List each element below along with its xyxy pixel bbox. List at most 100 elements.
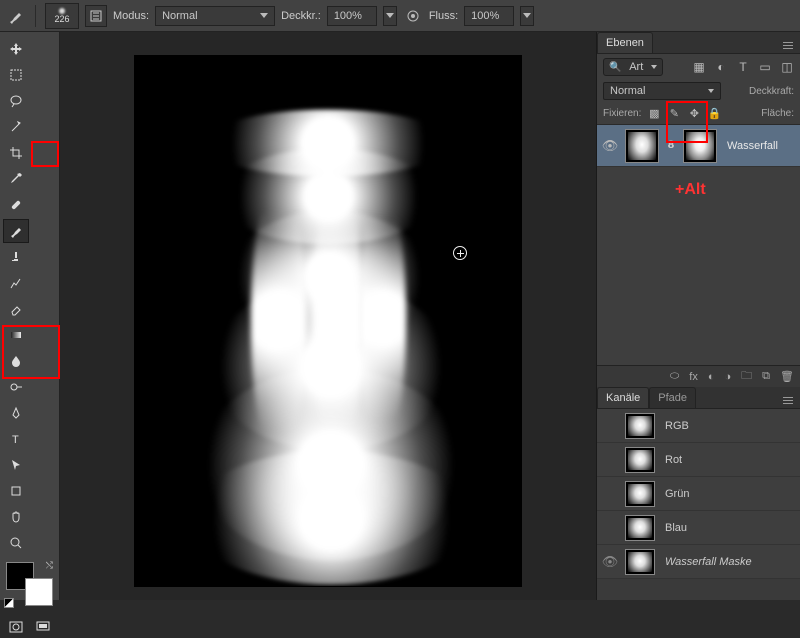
color-swatches[interactable]: ⤭ [4,560,55,608]
channel-thumbnail [625,515,655,541]
new-layer-icon[interactable]: ⧉ [762,370,770,383]
brush-tool[interactable] [3,219,29,243]
fx-icon[interactable]: fx [689,371,698,383]
tab-channels[interactable]: Kanäle [597,387,649,408]
layer-thumbnail[interactable] [625,129,659,163]
blend-mode-value: Normal [162,10,197,22]
gradient-tool[interactable] [3,323,29,347]
history-brush-tool[interactable] [3,271,29,295]
delete-layer-icon[interactable]: 🗑 [780,370,794,383]
toolbox: T ⤭ [0,32,60,600]
filter-pixel-icon[interactable]: ▦ [692,60,706,74]
screenmode-toggle[interactable] [31,617,55,637]
shape-tool[interactable] [3,479,29,503]
pressure-opacity-icon[interactable] [403,6,423,26]
channel-row[interactable]: RGB [597,409,800,443]
document-window [135,56,521,586]
channel-thumbnail [625,481,655,507]
fill-label: Fläche: [761,108,794,119]
layers-panel-footer: ⬭ fx ◐ ◑ 🗀 ⧉ 🗑 [597,365,800,387]
caret-down-icon [260,13,268,18]
layer-row[interactable]: 👁 𝟴 Wasserfall [597,125,800,167]
path-select-tool[interactable] [3,453,29,477]
crop-tool[interactable] [3,141,29,165]
layer-filter-type[interactable]: 🔍 Art [603,58,663,76]
channel-row[interactable]: Rot [597,443,800,477]
eraser-tool[interactable] [3,297,29,321]
canvas-area[interactable] [60,32,596,600]
add-adjustment-icon[interactable]: ◑ [725,371,732,383]
filter-shape-icon[interactable]: ▭ [758,60,772,74]
channel-thumbnail [625,549,655,575]
filter-smart-icon[interactable]: ◫ [780,60,794,74]
zoom-tool[interactable] [3,531,29,555]
channel-name: Wasserfall Maske [665,556,752,568]
background-swatch[interactable] [25,578,53,606]
caret-down-icon [523,13,531,18]
brush-size-value: 226 [54,14,69,24]
eyedropper-tool[interactable] [3,167,29,191]
lock-position-icon[interactable]: ✥ [687,106,701,120]
panel-menu-icon[interactable] [780,392,796,408]
wand-tool[interactable] [3,115,29,139]
mask-link-icon[interactable]: 𝟴 [665,140,677,151]
channel-row[interactable]: Blau [597,511,800,545]
visibility-toggle[interactable]: 👁 [601,138,619,154]
link-layers-icon[interactable]: ⬭ [670,370,679,383]
channel-name: Grün [665,488,689,500]
flow-field[interactable]: 100% [464,6,514,26]
channel-row[interactable]: 👁 Wasserfall Maske [597,545,800,579]
brush-preset-picker[interactable]: 226 [45,3,79,29]
tab-paths[interactable]: Pfade [649,387,696,408]
waterfall-image [173,91,483,571]
channel-name: Rot [665,454,682,466]
layers-panel-tabs: Ebenen [597,32,800,54]
panel-menu-icon[interactable] [780,37,796,53]
lock-label: Fixieren: [603,108,641,119]
lock-all-icon[interactable]: 🔒 [707,106,721,120]
layers-panel: 🔍 Art ▦ ◐ T ▭ ◫ Normal Deckkraft: [597,54,800,365]
options-bar: 226 Modus: Normal Deckkr.: 100% Fluss: 1… [0,0,800,32]
flow-label: Fluss: [429,10,458,22]
tab-layers[interactable]: Ebenen [597,32,653,53]
add-mask-icon[interactable]: ◐ [708,371,715,383]
flow-dropdown[interactable] [520,6,534,26]
layer-opacity-label: Deckkraft: [749,86,794,97]
channel-name: RGB [665,420,689,432]
opacity-field[interactable]: 100% [327,6,377,26]
lasso-tool[interactable] [3,89,29,113]
blur-tool[interactable] [3,349,29,373]
opacity-label: Deckkr.: [281,10,321,22]
quickmask-toggle[interactable] [4,617,28,637]
swap-colors-icon[interactable]: ⤭ [46,560,53,571]
caret-down-icon [708,89,714,93]
filter-type-icon[interactable]: T [736,60,750,74]
type-tool[interactable]: T [3,427,29,451]
tool-preset-icon[interactable] [6,6,26,26]
visibility-toggle[interactable]: 👁 [601,554,619,570]
channels-panel: RGB Rot Grün Blau 👁 Wasserfall Maske [597,409,800,579]
stamp-tool[interactable] [3,245,29,269]
layer-blend-select[interactable]: Normal [603,82,721,100]
marquee-tool[interactable] [3,63,29,87]
hand-tool[interactable] [3,505,29,529]
channel-name: Blau [665,522,687,534]
mode-label: Modus: [113,10,149,22]
layer-mask-thumbnail[interactable] [683,129,717,163]
filter-adjust-icon[interactable]: ◐ [714,60,728,74]
dodge-tool[interactable] [3,375,29,399]
new-group-icon[interactable]: 🗀 [741,367,752,386]
move-tool[interactable] [3,37,29,61]
layer-list: 👁 𝟴 Wasserfall +Alt [597,125,800,365]
pen-tool[interactable] [3,401,29,425]
blend-mode-select[interactable]: Normal [155,6,275,26]
lock-transparent-icon[interactable]: ▩ [647,106,661,120]
healing-tool[interactable] [3,193,29,217]
channel-row[interactable]: Grün [597,477,800,511]
brush-panel-toggle[interactable] [85,5,107,27]
caret-down-icon [651,65,657,69]
lock-pixels-icon[interactable]: ✎ [667,106,681,120]
channel-thumbnail [625,413,655,439]
layer-name[interactable]: Wasserfall [727,140,778,152]
opacity-dropdown[interactable] [383,6,397,26]
